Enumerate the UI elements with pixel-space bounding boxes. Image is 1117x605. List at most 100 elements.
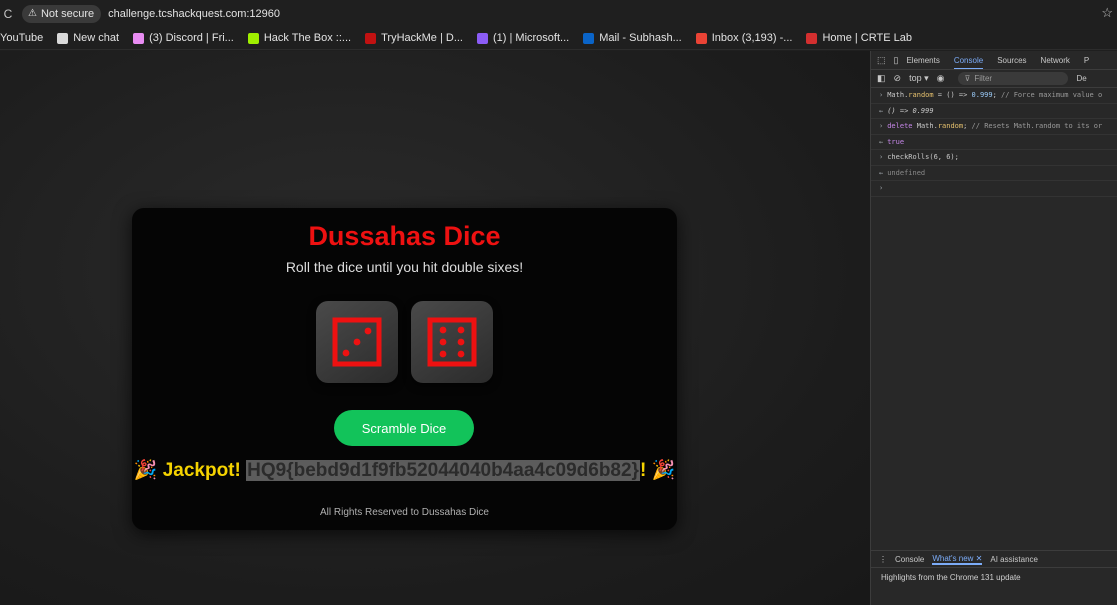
console-token: Math. [887, 91, 909, 99]
bookmark-item[interactable]: New chat [57, 32, 119, 44]
devtools-tabbar: ⬚ ▯ Elements Console Sources Network P [871, 51, 1117, 70]
bookmark-label: Inbox (3,193) -... [711, 32, 793, 44]
die-pip [342, 349, 350, 357]
bookmark-item[interactable]: Home | CRTE Lab [806, 32, 912, 44]
devtools-tab[interactable]: Network [1041, 56, 1070, 65]
console-token: = () => [933, 91, 972, 99]
console-token: () => 0.999 [887, 106, 934, 115]
filter-icon: ⊽ [964, 74, 971, 83]
bookmark-label: (1) | Microsoft... [493, 32, 570, 44]
bookmark-label: YouTube [0, 32, 44, 44]
bookmark-star-icon[interactable]: ☆ [1101, 5, 1113, 21]
whats-new-text: Highlights from the Chrome 131 update [881, 573, 1021, 582]
die-pip [364, 327, 372, 335]
bookmark-favicon-icon [133, 32, 145, 44]
die-face-three-icon [332, 317, 382, 367]
die-pip [457, 326, 465, 334]
jackpot-suffix: ! 🎉 [639, 460, 676, 481]
page-viewport: Dussahas Dice Roll the dice until you hi… [0, 51, 870, 605]
drawer-menu-icon[interactable]: ⋮ [879, 555, 887, 564]
reload-icon[interactable]: C [0, 7, 16, 21]
console-output-line: ←() => 0.999 [871, 104, 1117, 119]
console-token: // Resets Math.random to its or [971, 122, 1103, 130]
bookmark-item[interactable]: Hack The Box ::... [247, 32, 352, 44]
warning-icon: ⚠ [28, 8, 37, 19]
console-token: random [937, 122, 964, 130]
footer-text: All Rights Reserved to Dussahas Dice [320, 507, 489, 518]
devtools-tab[interactable]: P [1084, 56, 1089, 65]
console-token: ; [963, 122, 972, 130]
security-label: Not secure [40, 7, 95, 20]
console-token: delete [887, 122, 917, 130]
die-outline [427, 317, 477, 367]
context-selector[interactable]: top ▾ [909, 73, 929, 84]
console-output-line: ← true [871, 135, 1117, 150]
bookmark-item[interactable]: Mail - Subhash... [583, 32, 682, 44]
bookmark-favicon-icon [365, 32, 377, 44]
console-token: undefined [887, 168, 926, 177]
prompt-chevron-icon: › [879, 91, 884, 99]
log-level-selector[interactable]: De [1076, 74, 1086, 83]
console-token: 0.999 [971, 91, 993, 99]
bookmark-favicon-icon [695, 32, 707, 44]
bookmark-label: Mail - Subhash... [599, 32, 682, 44]
bookmark-label: New chat [73, 32, 120, 44]
drawer-tab[interactable]: What's new ✕ [932, 554, 983, 565]
die-pip [439, 338, 447, 346]
console-input-line: › checkRolls(6, 6); [871, 150, 1117, 166]
subtitle: Roll the dice until you hit double sixes… [285, 259, 524, 275]
bookmark-favicon-icon [806, 32, 818, 44]
console-token: checkRolls(6, 6); [887, 153, 959, 161]
security-chip[interactable]: ⚠ Not secure [22, 4, 102, 23]
bookmark-item[interactable]: TryHackMe | D... [365, 32, 463, 44]
jackpot-prefix: 🎉 Jackpot! [133, 460, 247, 481]
drawer-tab[interactable]: Console [895, 555, 924, 564]
die-left [316, 301, 398, 383]
bookmark-favicon-icon [247, 32, 259, 44]
url-field[interactable]: challenge.tcshackquest.com:12960 [108, 8, 280, 20]
bookmark-label: TryHackMe | D... [381, 32, 463, 44]
die-pip [457, 350, 465, 358]
bookmark-item[interactable]: (1) | Microsoft... [477, 32, 569, 44]
game-card: Dussahas Dice Roll the dice until you hi… [132, 208, 677, 530]
scramble-dice-button[interactable]: Scramble Dice [334, 410, 474, 446]
bookmark-label: (3) Discord | Fri... [149, 32, 234, 44]
devtools-panel: ⬚ ▯ Elements Console Sources Network P ◧ ⊘ t… [870, 51, 1117, 605]
console-token: true [887, 137, 905, 146]
console-log: › Math.random = () => 0.999; // Force max… [871, 88, 1117, 197]
bookmark-label: Hack The Box ::... [263, 32, 352, 44]
console-token: Math. [916, 122, 938, 130]
bookmark-item[interactable]: Inbox (3,193) -... [695, 32, 793, 44]
sidebar-toggle-icon[interactable]: ◧ [877, 73, 886, 84]
device-toolbar-icon[interactable]: ▯ [894, 55, 899, 66]
console-prompt[interactable]: › [871, 181, 1117, 197]
return-arrow-icon: ← [879, 106, 884, 115]
inspect-icon[interactable]: ⬚ [877, 55, 886, 66]
clear-console-icon[interactable]: ⊘ [894, 73, 902, 84]
die-pip [457, 338, 465, 346]
die-pip [439, 350, 447, 358]
devtools-drawer: ⋮ Console What's new ✕ AI assistance Highl… [871, 550, 1117, 605]
bookmark-favicon-icon [583, 32, 595, 44]
address-bar: C ⚠ Not secure challenge.tcshackquest.co… [0, 0, 1117, 27]
prompt-chevron-icon: › [879, 122, 884, 130]
bookmark-favicon-icon [57, 32, 69, 44]
console-token: random [908, 91, 934, 99]
devtools-tab[interactable]: Console [953, 56, 984, 69]
filter-placeholder: Filter [974, 74, 993, 83]
prompt-chevron-icon: › [879, 153, 884, 161]
console-input-line: › Math.random = () => 0.999; // Force max… [871, 88, 1117, 104]
prompt-chevron-icon: › [879, 184, 884, 192]
devtools-tab[interactable]: Sources [997, 56, 1026, 65]
bookmark-item[interactable]: YouTube [0, 32, 43, 44]
die-pip [439, 326, 447, 334]
bookmark-item[interactable]: (3) Discord | Fri... [133, 32, 234, 44]
drawer-tabbar: ⋮ Console What's new ✕ AI assistance [871, 551, 1117, 568]
devtools-tab[interactable]: Elements [906, 56, 939, 65]
console-token: // Force maximum value o [1001, 91, 1103, 99]
console-toolbar: ◧ ⊘ top ▾ ◉ ⊽ Filter De [871, 70, 1117, 88]
filter-input[interactable]: ⊽ Filter [958, 72, 1069, 85]
eye-icon[interactable]: ◉ [937, 73, 945, 84]
drawer-tab[interactable]: AI assistance [990, 555, 1038, 564]
page-title: Dussahas Dice [308, 221, 501, 251]
